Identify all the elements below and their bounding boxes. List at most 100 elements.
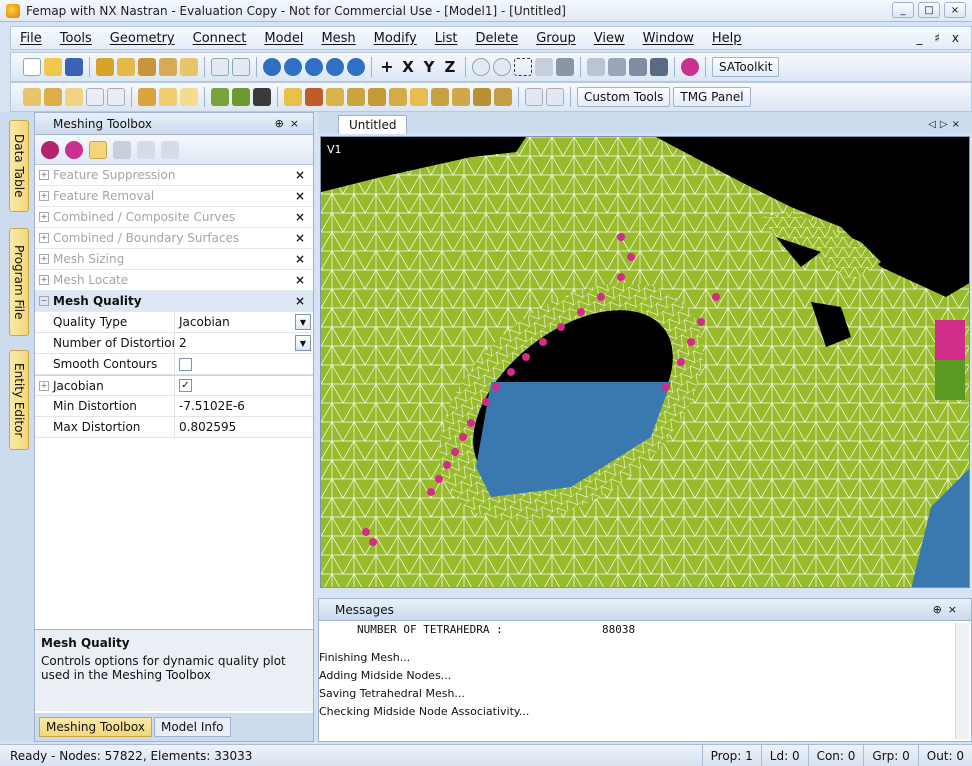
plus-axis-icon[interactable]: + <box>378 58 396 76</box>
y-axis-icon[interactable]: Y <box>420 58 438 76</box>
rotate-up-icon[interactable] <box>326 58 344 76</box>
mdi-controls[interactable]: _ ♯ x <box>916 31 971 45</box>
rotate-down-icon[interactable] <box>347 58 365 76</box>
close-icon[interactable]: × <box>295 168 305 182</box>
pan-icon[interactable] <box>44 88 62 106</box>
tool-mesh-quality[interactable]: − Mesh Quality × <box>35 291 313 312</box>
geometry-tool-icon[interactable] <box>117 58 135 76</box>
rotate-left-icon[interactable] <box>284 58 302 76</box>
smooth-contours-checkbox[interactable] <box>179 357 192 371</box>
view-select-icon[interactable] <box>629 58 647 76</box>
coordinate-icon[interactable] <box>494 88 512 106</box>
messages-scrollbar[interactable] <box>955 623 969 739</box>
menu-connect[interactable]: Connect <box>184 31 256 46</box>
menu-view[interactable]: View <box>585 31 634 46</box>
expand-icon[interactable]: + <box>39 380 49 391</box>
z-axis-icon[interactable]: Z <box>441 58 459 76</box>
property-icon[interactable] <box>368 88 386 106</box>
hide-icon[interactable] <box>86 88 104 106</box>
menu-delete[interactable]: Delete <box>466 31 527 46</box>
tab-nav-arrows-icon[interactable]: ◁▷× <box>928 119 964 130</box>
menu-list[interactable]: List <box>426 31 467 46</box>
side-tab-entity-editor[interactable]: Entity Editor <box>9 350 29 450</box>
side-tab-data-table[interactable]: Data Table <box>9 120 29 212</box>
rotate-right-icon[interactable] <box>305 58 323 76</box>
tab-untitled[interactable]: Untitled <box>338 115 408 134</box>
jacobian-checkbox[interactable]: ✓ <box>179 379 192 392</box>
refresh-icon[interactable] <box>263 58 281 76</box>
close-icon[interactable]: × <box>295 273 305 287</box>
element-icon[interactable] <box>347 88 365 106</box>
satoolkit-button[interactable]: SAToolkit <box>712 57 780 77</box>
group-icon[interactable] <box>138 88 156 106</box>
connection-icon[interactable] <box>452 88 470 106</box>
load-icon[interactable] <box>410 88 428 106</box>
layer-icon[interactable] <box>159 88 177 106</box>
tab-model-info[interactable]: Model Info <box>153 717 231 737</box>
open-folder-icon[interactable] <box>44 58 62 76</box>
tmg-panel-button[interactable]: TMG Panel <box>673 87 751 107</box>
region-icon[interactable] <box>473 88 491 106</box>
custom-tools-button[interactable]: Custom Tools <box>577 87 671 107</box>
view-style-icon[interactable] <box>556 58 574 76</box>
menu-modify[interactable]: Modify <box>365 31 426 46</box>
collapse-icon[interactable]: − <box>39 296 49 306</box>
point-icon[interactable] <box>326 88 344 106</box>
expand-icon[interactable]: + <box>39 275 49 285</box>
tool-options-icon[interactable] <box>113 140 131 159</box>
view-options-icon[interactable] <box>587 58 605 76</box>
measure-icon[interactable] <box>546 88 564 106</box>
tool-combined-boundary-surfaces[interactable]: + Combined / Boundary Surfaces × <box>35 228 313 249</box>
chevron-down-icon[interactable]: ▼ <box>295 314 311 330</box>
menu-group[interactable]: Group <box>527 31 585 46</box>
close-icon[interactable]: × <box>295 294 305 308</box>
link-icon[interactable] <box>96 58 114 76</box>
menu-window[interactable]: Window <box>634 31 703 46</box>
new-file-icon[interactable] <box>23 58 41 76</box>
mesh-tool-icon[interactable] <box>138 58 156 76</box>
quality-type-select[interactable]: Jacobian ▼ <box>175 312 313 332</box>
expand-icon[interactable]: + <box>39 191 49 201</box>
number-of-distortion-select[interactable]: 2 ▼ <box>175 333 313 353</box>
menu-mesh[interactable]: Mesh <box>312 31 364 46</box>
close-window-button[interactable]: × <box>944 2 966 18</box>
print-icon[interactable] <box>211 58 229 76</box>
tool-combined-composite-curves[interactable]: + Combined / Composite Curves × <box>35 207 313 228</box>
solid-icon[interactable] <box>211 88 229 106</box>
entity-select-icon[interactable] <box>23 88 41 106</box>
undo-icon[interactable] <box>137 140 155 159</box>
align-icon[interactable] <box>525 88 543 106</box>
x-axis-icon[interactable]: X <box>399 58 417 76</box>
surface-icon[interactable] <box>232 88 250 106</box>
show-icon[interactable] <box>65 88 83 106</box>
node-icon[interactable] <box>284 88 302 106</box>
element-quality-icon[interactable] <box>65 140 83 159</box>
panel-pin-close-icon[interactable]: ⊕× <box>933 603 963 616</box>
check-icon[interactable] <box>180 88 198 106</box>
curve-icon[interactable] <box>305 88 323 106</box>
element-tool-icon[interactable] <box>159 58 177 76</box>
zoom-window-icon[interactable] <box>514 58 532 76</box>
save-icon[interactable] <box>65 58 83 76</box>
material-icon[interactable] <box>389 88 407 106</box>
constraint-icon[interactable] <box>431 88 449 106</box>
expand-icon[interactable]: + <box>39 254 49 264</box>
post-processing-icon[interactable] <box>681 58 699 76</box>
side-tab-program-file[interactable]: Program File <box>9 228 29 336</box>
close-icon[interactable]: × <box>295 210 305 224</box>
maximize-button[interactable]: □ <box>918 2 940 18</box>
redo-icon[interactable] <box>161 140 179 159</box>
menu-geometry[interactable]: Geometry <box>101 31 184 46</box>
expand-icon[interactable]: + <box>39 212 49 222</box>
zoom-in-icon[interactable] <box>472 58 490 76</box>
load-tool-icon[interactable] <box>180 58 198 76</box>
layers-icon[interactable] <box>650 58 668 76</box>
panel-pin-close-icon[interactable]: ⊕× <box>275 117 305 130</box>
menu-help[interactable]: Help <box>703 31 751 46</box>
tab-meshing-toolbox[interactable]: Meshing Toolbox <box>39 717 152 737</box>
render-icon[interactable] <box>608 58 626 76</box>
quality-plot-icon[interactable] <box>41 140 59 159</box>
tool-mesh-sizing[interactable]: + Mesh Sizing × <box>35 249 313 270</box>
tool-mesh-locate[interactable]: + Mesh Locate × <box>35 270 313 291</box>
close-icon[interactable]: × <box>295 252 305 266</box>
